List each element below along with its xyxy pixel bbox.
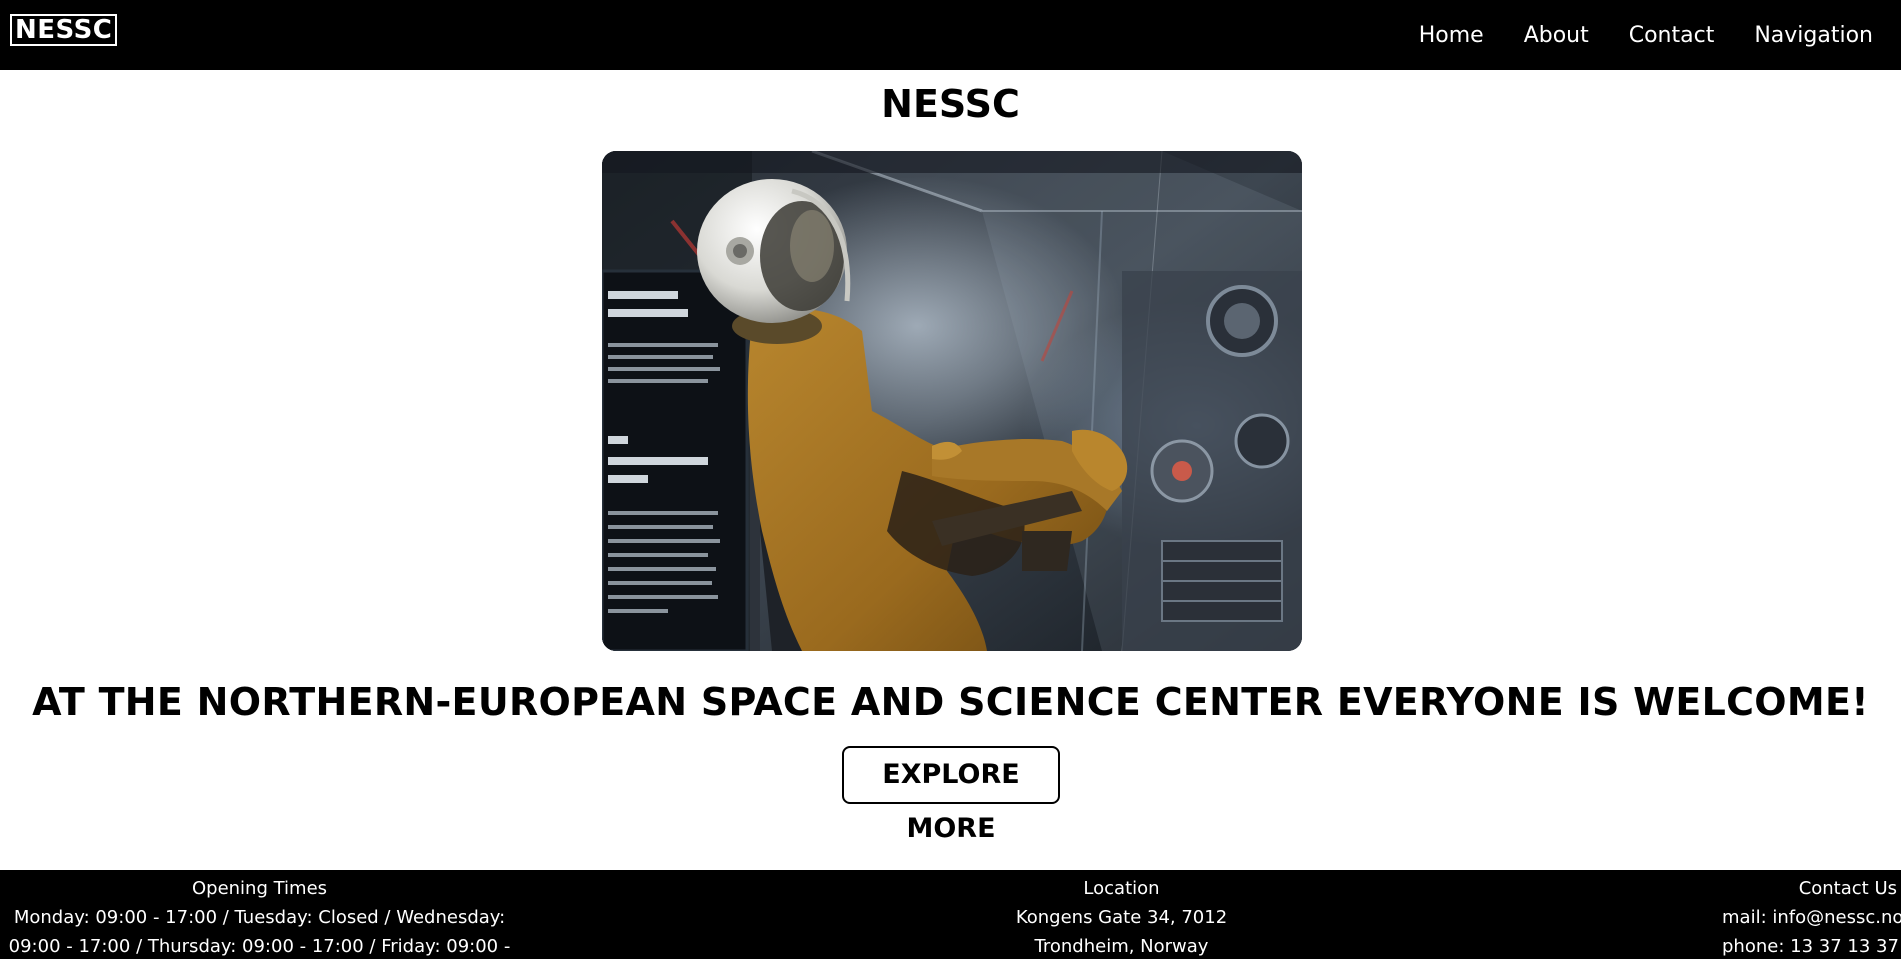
site-footer: Opening Times Monday: 09:00 - 17:00 / Tu… [0,870,1901,959]
contact-phone[interactable]: phone: 13 37 13 37 [1722,932,1899,961]
astronaut-illustration [602,151,1302,651]
opening-times-line-2: 09:00 - 17:00 / Thursday: 09:00 - 17:00 … [8,936,511,957]
nav-contact-link[interactable]: Contact [1629,23,1715,48]
opening-times-section: Opening Times Monday: 09:00 - 17:00 / Tu… [8,874,511,961]
hero-image [602,151,1302,651]
location-address-line-1: Kongens Gate 34, 7012 [1015,907,1228,928]
welcome-tagline: AT THE NORTHERN-EUROPEAN SPACE AND SCIEN… [32,680,1869,724]
page-title: NESSC [881,82,1020,126]
opening-times-line-1: Monday: 09:00 - 17:00 / Tuesday: Closed … [13,907,506,928]
location-address-line-2: Trondheim, Norway [1034,936,1209,957]
contact-section: Contact Us mail: info@nessc.no phone: 13… [1722,874,1901,961]
contact-email[interactable]: mail: info@nessc.no [1722,903,1901,932]
site-logo[interactable]: NESSC [10,14,118,46]
top-navbar: NESSC Home About Contact Navigation [0,0,1901,70]
nav-about-link[interactable]: About [1524,23,1589,48]
explore-more-button[interactable]: EXPLORE MORE [842,746,1060,844]
opening-times-title: Opening Times [191,878,328,899]
location-title: Location [1083,878,1160,899]
nav-navigation-link[interactable]: Navigation [1754,23,1873,48]
nav-home-link[interactable]: Home [1419,23,1484,48]
contact-title: Contact Us [1798,878,1897,899]
location-section: Location Kongens Gate 34, 7012 Trondheim… [1000,874,1243,961]
main-nav: Home About Contact Navigation [1419,0,1873,70]
